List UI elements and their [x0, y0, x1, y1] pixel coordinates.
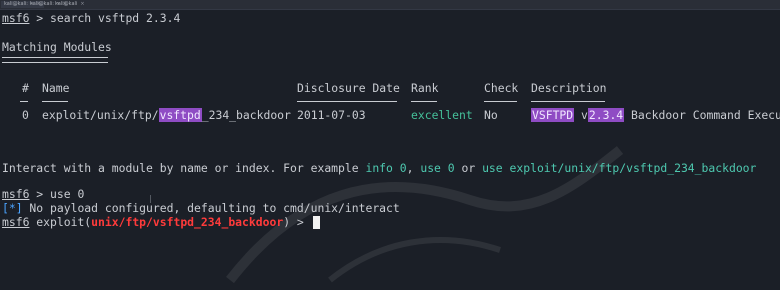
- terminal-cursor[interactable]: [312, 216, 320, 229]
- hint-example: use exploit/unix/ftp/vsftpd_234_backdoor: [482, 161, 757, 175]
- header-underline: [20, 101, 28, 102]
- prompt-exploit-close: ) >: [283, 215, 311, 229]
- header-underline: [411, 101, 437, 102]
- terminal-tab-bar: kali@kali: ~ × kali@kali: ~ × kali@kali ×: [0, 0, 780, 10]
- search-match-highlight: vsftpd: [158, 108, 202, 122]
- command-line-exploit-prompt[interactable]: msf6 exploit(unix/ftp/vsftpd_234_backdoo…: [2, 214, 320, 230]
- prompt-arrow: >: [29, 11, 51, 25]
- row-description: VSFTPD v2.3.4 Backdoor Command Execu: [531, 107, 780, 123]
- header-underline: [531, 101, 605, 102]
- header-num: #: [22, 81, 29, 95]
- row-check: No: [484, 108, 498, 122]
- tab-close-icon[interactable]: ×: [80, 1, 84, 7]
- row-date: 2011-07-03: [297, 108, 366, 122]
- info-bracket: ]: [15, 201, 23, 215]
- info-text: No payload configured, defaulting to cmd…: [22, 201, 400, 215]
- interact-hint: Interact with a module by name or index.…: [2, 160, 756, 176]
- matching-modules-title: Matching Modules: [2, 40, 112, 54]
- prompt-arrow: >: [29, 187, 51, 201]
- prompt-label: msf6: [2, 11, 30, 25]
- hint-text: ,: [406, 161, 421, 175]
- hint-text: Interact with a module by name or index.…: [2, 161, 366, 175]
- tab-label: kali@kali: [55, 1, 78, 7]
- module-path-suffix: _234_backdoor: [201, 108, 291, 122]
- search-match-highlight: 2.3.4: [587, 108, 625, 122]
- header-underline: [297, 101, 397, 102]
- terminal-output[interactable]: msf6 > search vsftpd 2.3.4 Matching Modu…: [0, 10, 780, 284]
- header-check: Check: [484, 81, 519, 95]
- terminal-tab-3[interactable]: kali@kali ×: [52, 1, 88, 8]
- info-bracket: [: [2, 201, 9, 215]
- command-line-search: msf6 > search vsftpd 2.3.4: [2, 10, 180, 26]
- prompt-label: msf6: [2, 187, 30, 201]
- row-rank: excellent: [411, 108, 473, 122]
- active-module-name: unix/ftp/vsftpd_234_backdoor: [91, 215, 284, 229]
- prompt-label: msf6: [2, 215, 30, 229]
- module-path-prefix: exploit/unix/ftp/: [42, 108, 159, 122]
- search-match-highlight: VSFTPD: [531, 108, 575, 122]
- info-star-icon: *: [8, 201, 16, 215]
- header-underline: [484, 101, 517, 102]
- prompt-exploit-open: exploit(: [29, 215, 92, 229]
- description-text: v: [574, 108, 588, 122]
- command-text: use 0: [50, 187, 85, 201]
- header-underline: [42, 101, 68, 102]
- hint-example: info 0: [365, 161, 407, 175]
- command-text: search vsftpd 2.3.4: [50, 11, 181, 25]
- header-rank: Rank: [411, 81, 439, 95]
- title-double-underline: [2, 57, 108, 63]
- description-text: Backdoor Command Execu: [624, 108, 780, 122]
- row-num: 0: [22, 108, 29, 122]
- header-description: Description: [531, 81, 607, 95]
- hint-example: use 0: [420, 161, 455, 175]
- header-name: Name: [42, 81, 70, 95]
- hint-text: or: [454, 161, 483, 175]
- header-date: Disclosure Date: [297, 81, 400, 95]
- row-module-name: exploit/unix/ftp/vsftpd_234_backdoor: [42, 107, 291, 123]
